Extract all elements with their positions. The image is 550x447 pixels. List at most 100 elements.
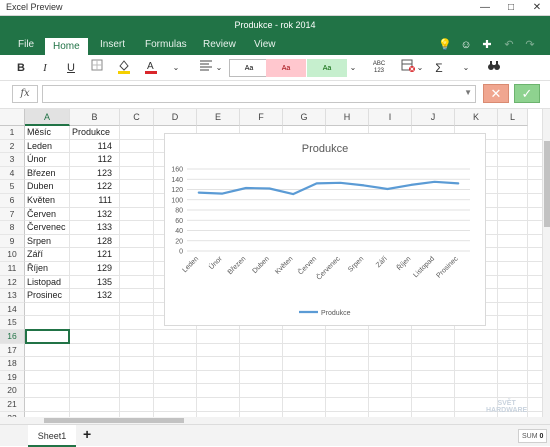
fill-color-icon[interactable] xyxy=(116,59,132,77)
vertical-scroll-thumb[interactable] xyxy=(544,141,550,227)
redo-icon[interactable]: ↷ xyxy=(523,38,537,52)
cell-style-good[interactable]: Aa xyxy=(307,59,347,77)
cell-value[interactable]: 112 xyxy=(72,153,112,167)
row-header-19[interactable]: 19 xyxy=(0,370,25,385)
column-header-a[interactable]: A xyxy=(25,109,70,126)
column-header-j[interactable]: J xyxy=(412,109,455,126)
row-header-18[interactable]: 18 xyxy=(0,357,25,371)
cell-month[interactable]: Duben xyxy=(27,180,70,194)
cell-month[interactable]: Září xyxy=(27,248,70,262)
cell-month[interactable]: Prosinec xyxy=(27,289,70,303)
tab-file[interactable]: File xyxy=(18,36,34,55)
row-header-20[interactable]: 20 xyxy=(0,384,25,398)
borders-icon[interactable] xyxy=(90,59,104,77)
row-header-11[interactable]: 11 xyxy=(0,262,25,276)
horizontal-scroll-thumb[interactable] xyxy=(44,418,184,423)
align-dropdown-icon[interactable]: ⌄ xyxy=(214,59,224,77)
cell-value[interactable]: 132 xyxy=(72,289,112,303)
select-all-corner[interactable] xyxy=(0,109,25,126)
cell-month[interactable]: Únor xyxy=(27,153,70,167)
column-header-d[interactable]: D xyxy=(154,109,197,126)
cell-a1-header[interactable]: Měsíc xyxy=(27,126,70,140)
insert-delete-dropdown-icon[interactable]: ⌄ xyxy=(415,59,425,77)
cell-value[interactable]: 122 xyxy=(72,180,112,194)
column-header-k[interactable]: K xyxy=(455,109,498,126)
cell-month[interactable]: Leden xyxy=(27,140,70,154)
cell-style-bad[interactable]: Aa xyxy=(266,59,306,77)
column-header-g[interactable]: G xyxy=(283,109,326,126)
share-icon[interactable]: ✚ xyxy=(480,38,494,52)
worksheet-grid[interactable]: ABCDEFGHIJKL 1 2 3 4 5 6 7 8 9 10 11 12 13 14 15 16 17 18… xyxy=(0,109,542,417)
cell-value[interactable]: 114 xyxy=(72,140,112,154)
row-header-9[interactable]: 9 xyxy=(0,234,25,249)
align-icon[interactable] xyxy=(198,59,214,77)
column-header-b[interactable]: B xyxy=(70,109,120,126)
underline-button[interactable]: U xyxy=(64,59,78,77)
cell-value[interactable]: 121 xyxy=(72,248,112,262)
line-chart[interactable]: Produkce 0 20 40 60 80 100 120 140 160 Leden Únor… xyxy=(164,133,486,326)
font-color-dropdown-icon[interactable]: ⌄ xyxy=(170,59,182,77)
insert-delete-icon[interactable] xyxy=(400,59,416,77)
expand-formula-icon[interactable]: ▼ xyxy=(464,88,472,97)
font-color-icon[interactable]: A xyxy=(143,59,159,77)
maximize-button[interactable]: □ xyxy=(498,0,524,16)
row-header-4[interactable]: 4 xyxy=(0,166,25,181)
cell-value[interactable]: 133 xyxy=(72,221,112,235)
tab-review[interactable]: Review xyxy=(203,36,236,55)
tab-view[interactable]: View xyxy=(254,36,276,55)
sheet-tab-sheet1[interactable]: Sheet1 xyxy=(28,425,76,447)
row-header-12[interactable]: 12 xyxy=(0,275,25,290)
row-header-1[interactable]: 1 xyxy=(0,126,25,140)
tab-home[interactable]: Home xyxy=(45,36,88,55)
cell-month[interactable]: Listopad xyxy=(27,276,70,290)
confirm-button[interactable]: ✓ xyxy=(514,84,540,103)
cancel-button[interactable]: ✕ xyxy=(483,84,509,103)
row-header-5[interactable]: 5 xyxy=(0,180,25,194)
styles-dropdown-icon[interactable]: ⌄ xyxy=(347,59,359,77)
column-header-c[interactable]: C xyxy=(120,109,154,126)
row-header-2[interactable]: 2 xyxy=(0,139,25,154)
horizontal-scrollbar[interactable] xyxy=(0,417,550,424)
add-sheet-button[interactable]: + xyxy=(83,426,91,442)
cell-month[interactable]: Říjen xyxy=(27,262,70,276)
row-header-13[interactable]: 13 xyxy=(0,289,25,303)
tab-insert[interactable]: Insert xyxy=(100,36,125,55)
tab-formulas[interactable]: Formulas xyxy=(145,36,187,55)
row-header-3[interactable]: 3 xyxy=(0,153,25,167)
row-header-15[interactable]: 15 xyxy=(0,316,25,330)
close-button[interactable]: ✕ xyxy=(524,0,550,16)
column-header-e[interactable]: E xyxy=(197,109,240,126)
number-format-icon[interactable]: ABC 123 xyxy=(371,59,387,77)
column-header-f[interactable]: F xyxy=(240,109,283,126)
autosum-button[interactable]: Σ xyxy=(432,59,446,77)
row-header-7[interactable]: 7 xyxy=(0,207,25,222)
cell-month[interactable]: Červenec xyxy=(27,221,70,235)
cell-month[interactable]: Srpen xyxy=(27,235,70,249)
row-header-14[interactable]: 14 xyxy=(0,302,25,317)
insert-function-button[interactable]: fx xyxy=(12,85,38,103)
row-header-17[interactable]: 17 xyxy=(0,343,25,358)
row-header-8[interactable]: 8 xyxy=(0,221,25,235)
cell-value[interactable]: 123 xyxy=(72,167,112,181)
row-header-10[interactable]: 10 xyxy=(0,248,25,262)
cell-month[interactable]: Květen xyxy=(27,194,70,208)
column-header-h[interactable]: H xyxy=(326,109,369,126)
row-header-6[interactable]: 6 xyxy=(0,194,25,208)
bold-button[interactable]: B xyxy=(14,59,28,77)
autosum-dropdown-icon[interactable]: ⌄ xyxy=(460,59,472,77)
cell-month[interactable]: Červen xyxy=(27,208,70,222)
lightbulb-icon[interactable]: 💡 xyxy=(438,38,452,52)
find-icon[interactable] xyxy=(486,59,502,77)
formula-input[interactable]: ▼ xyxy=(42,85,476,103)
undo-icon[interactable]: ↶ xyxy=(502,38,516,52)
cell-style-normal[interactable]: Aa xyxy=(229,59,269,77)
smiley-icon[interactable]: ☺ xyxy=(459,38,473,52)
cell-value[interactable]: 111 xyxy=(72,194,112,208)
active-cell[interactable] xyxy=(25,329,70,344)
cell-value[interactable]: 129 xyxy=(72,262,112,276)
minimize-button[interactable]: — xyxy=(472,0,498,16)
italic-button[interactable]: I xyxy=(38,59,52,77)
column-header-l[interactable]: L xyxy=(498,109,528,126)
cell-month[interactable]: Březen xyxy=(27,167,70,181)
cell-value[interactable]: 132 xyxy=(72,208,112,222)
